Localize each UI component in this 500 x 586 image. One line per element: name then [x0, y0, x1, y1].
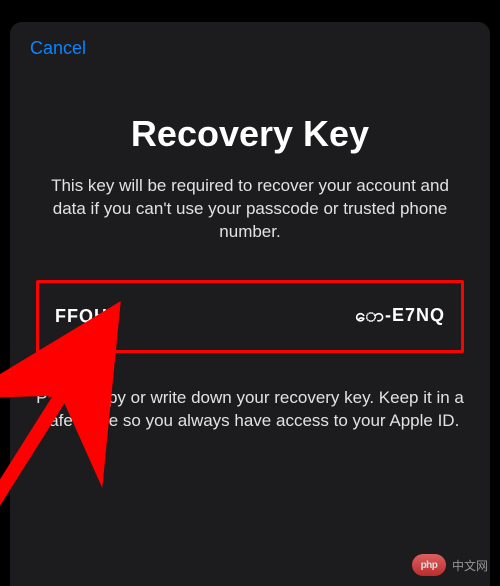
watermark-logo-icon: php — [412, 554, 446, 576]
recovery-key-suffix: ော-E7NQ — [355, 303, 445, 330]
watermark-text: 中文网 — [452, 557, 488, 574]
hint-rest: t a copy or write down your recovery key… — [41, 388, 464, 430]
page-title: Recovery Key — [30, 113, 470, 155]
hint-prefix: P — [36, 388, 47, 407]
watermark: php 中文网 — [412, 554, 488, 576]
subtitle-text: This key will be required to recover you… — [34, 175, 466, 244]
cancel-button[interactable]: Cancel — [30, 38, 86, 59]
modal-sheet: Cancel Recovery Key This key will be req… — [10, 22, 490, 586]
recovery-key-box[interactable]: FFQH- ော-E7NQ — [36, 280, 464, 353]
recovery-key-prefix: FFQH- — [55, 306, 115, 327]
hint-text: Print a copy or write down your recovery… — [36, 387, 464, 433]
header-row: Cancel — [30, 38, 470, 59]
